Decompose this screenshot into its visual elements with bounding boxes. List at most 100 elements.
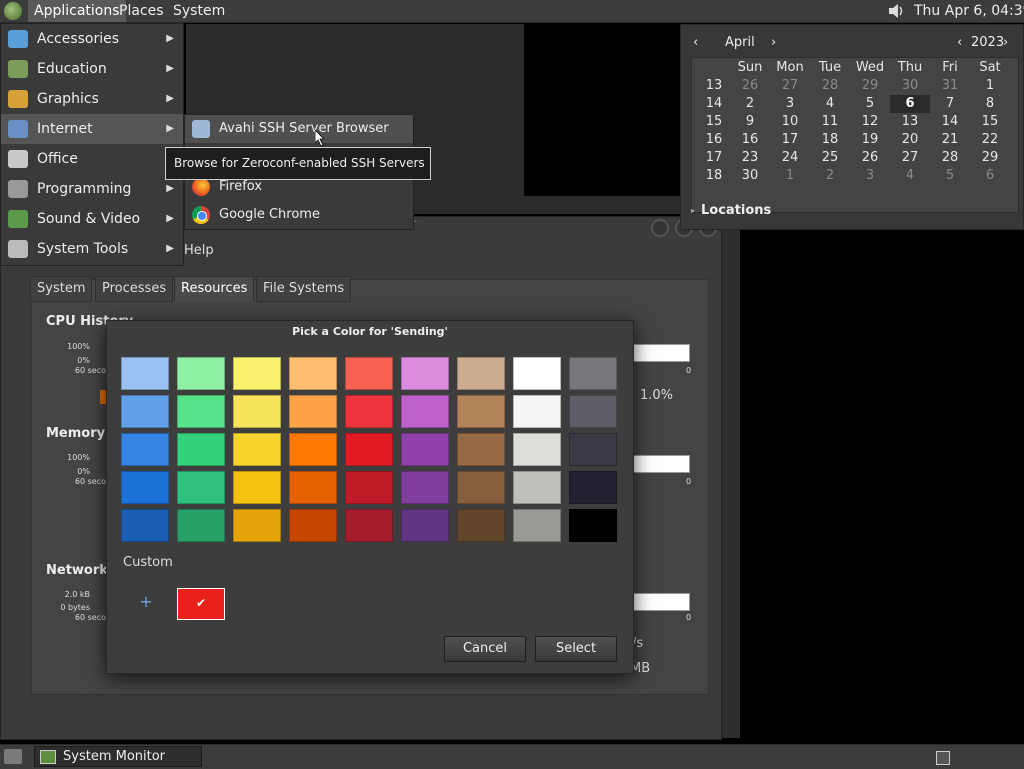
menu-system[interactable]: System [167, 0, 231, 22]
color-swatch[interactable] [513, 433, 561, 466]
color-swatch[interactable] [289, 395, 337, 428]
calendar-day[interactable]: 31 [930, 77, 970, 95]
calendar-day[interactable]: 21 [930, 131, 970, 149]
next-year-icon[interactable]: › [1003, 35, 1008, 50]
locations-expander[interactable]: Locations [701, 203, 771, 218]
select-button[interactable]: Select [535, 636, 617, 662]
color-swatch[interactable] [289, 509, 337, 542]
color-swatch[interactable] [121, 471, 169, 504]
color-swatch[interactable] [233, 433, 281, 466]
calendar-day[interactable]: 29 [850, 77, 890, 95]
menu-item-graphics[interactable]: Graphics ▶ [1, 84, 183, 114]
calendar-day[interactable]: 23 [730, 149, 770, 167]
calendar-day[interactable]: 9 [730, 113, 770, 131]
calendar-day[interactable]: 29 [970, 149, 1010, 167]
calendar-day[interactable]: 11 [810, 113, 850, 131]
calendar-day[interactable]: 2 [810, 167, 850, 185]
color-swatch[interactable] [121, 357, 169, 390]
color-swatch[interactable] [121, 433, 169, 466]
calendar-day[interactable]: 15 [970, 113, 1010, 131]
menu-help[interactable]: Help [184, 243, 214, 258]
color-swatch[interactable] [177, 395, 225, 428]
color-swatch[interactable] [513, 357, 561, 390]
menu-item-accessories[interactable]: Accessories ▶ [1, 24, 183, 54]
distro-logo-icon[interactable] [4, 2, 22, 20]
color-swatch[interactable] [177, 509, 225, 542]
color-swatch[interactable] [121, 395, 169, 428]
volume-icon[interactable] [887, 3, 905, 19]
calendar-day[interactable]: 30 [890, 77, 930, 95]
expander-arrow-icon[interactable]: ▸ [691, 206, 695, 215]
calendar-day[interactable]: 28 [810, 77, 850, 95]
next-month-icon[interactable]: › [771, 35, 776, 50]
calendar-day[interactable]: 26 [850, 149, 890, 167]
calendar-day[interactable]: 28 [930, 149, 970, 167]
calendar-day[interactable]: 7 [930, 95, 970, 113]
color-swatch[interactable] [233, 395, 281, 428]
color-swatch[interactable] [289, 433, 337, 466]
menu-item-office[interactable]: Office▶ [1, 144, 183, 174]
menu-item-internet[interactable]: Internet ▶ [1, 114, 183, 144]
calendar-day[interactable]: 16 [730, 131, 770, 149]
tab-system[interactable]: System [30, 276, 93, 302]
tab-processes[interactable]: Processes [95, 276, 174, 302]
tab-resources[interactable]: Resources [174, 276, 255, 302]
color-swatch[interactable] [401, 509, 449, 542]
color-swatch[interactable] [457, 509, 505, 542]
calendar-day[interactable]: 14 [930, 113, 970, 131]
calendar-day[interactable]: 13 [890, 113, 930, 131]
calendar-day[interactable]: 22 [970, 131, 1010, 149]
calendar-day[interactable]: 27 [770, 77, 810, 95]
menu-item-education[interactable]: Education ▶ [1, 54, 183, 84]
calendar-day[interactable]: 1 [770, 167, 810, 185]
color-swatch[interactable] [569, 357, 617, 390]
calendar-day[interactable]: 4 [890, 167, 930, 185]
color-swatch[interactable] [513, 509, 561, 542]
color-swatch[interactable] [401, 357, 449, 390]
color-swatch[interactable] [513, 471, 561, 504]
color-swatch[interactable] [289, 471, 337, 504]
panel-clock[interactable]: Thu Apr 6, 04:39 [914, 0, 1024, 22]
calendar-day[interactable]: 5 [850, 95, 890, 113]
prev-year-icon[interactable]: ‹ [957, 35, 962, 50]
color-swatch[interactable] [345, 395, 393, 428]
tab-file-systems[interactable]: File Systems [256, 276, 352, 302]
color-swatch[interactable] [569, 509, 617, 542]
menu-item-programming[interactable]: Programming ▶ [1, 174, 183, 204]
calendar-day[interactable]: 20 [890, 131, 930, 149]
color-swatch[interactable] [513, 395, 561, 428]
color-swatch[interactable] [457, 433, 505, 466]
color-swatch[interactable] [401, 395, 449, 428]
calendar-day[interactable]: 12 [850, 113, 890, 131]
calendar-today[interactable]: 6 [890, 95, 930, 113]
color-swatch[interactable] [401, 471, 449, 504]
color-swatch[interactable] [569, 471, 617, 504]
cancel-button[interactable]: Cancel [444, 636, 526, 662]
menu-places[interactable]: Places [113, 0, 170, 22]
submenu-item-google-chrome[interactable]: Google Chrome [185, 201, 413, 229]
color-swatch[interactable] [401, 433, 449, 466]
menu-item-sound-video[interactable]: Sound & Video ▶ [1, 204, 183, 234]
calendar-day[interactable]: 17 [770, 131, 810, 149]
calendar-day[interactable]: 5 [930, 167, 970, 185]
calendar-day[interactable]: 2 [730, 95, 770, 113]
color-swatch[interactable] [569, 433, 617, 466]
color-swatch[interactable] [457, 395, 505, 428]
workspace-switcher-icon[interactable] [936, 751, 950, 765]
calendar-day[interactable]: 30 [730, 167, 770, 185]
color-swatch[interactable] [569, 395, 617, 428]
color-swatch[interactable] [177, 471, 225, 504]
prev-month-icon[interactable]: ‹ [693, 35, 698, 50]
color-swatch[interactable] [345, 509, 393, 542]
calendar-day[interactable]: 19 [850, 131, 890, 149]
calendar-day[interactable]: 4 [810, 95, 850, 113]
calendar-day[interactable]: 18 [810, 131, 850, 149]
color-swatch[interactable] [289, 357, 337, 390]
color-swatch[interactable] [233, 357, 281, 390]
color-swatch[interactable] [233, 509, 281, 542]
calendar-day[interactable]: 24 [770, 149, 810, 167]
color-swatch[interactable] [345, 433, 393, 466]
add-custom-color-button[interactable]: + [137, 593, 155, 611]
custom-color-swatch[interactable]: ✔ [177, 588, 225, 620]
color-swatch[interactable] [177, 433, 225, 466]
